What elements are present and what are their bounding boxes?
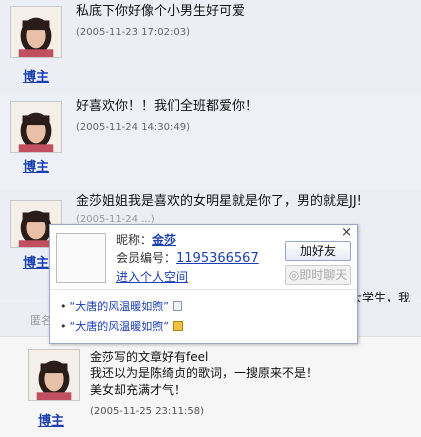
edit-icon [172,321,183,331]
avatar-photo-icon [11,102,61,152]
user-photo[interactable] [56,233,106,283]
avatar[interactable] [10,101,62,153]
comment-text: 私底下你好像个小男生好可爱 [76,4,246,19]
comment-time: (2005-11-25 23:11:58) [90,406,205,417]
divider [50,289,357,290]
article-link[interactable]: • “大唐的风温暖如煦” [60,298,182,314]
comment-author[interactable]: 博主 [23,252,49,271]
article-title: “大唐的风温暖如煦” [69,300,169,313]
comment-author[interactable]: 博主 [23,66,49,85]
avatar[interactable] [28,349,80,401]
member-id-label: 会员编号： [116,251,177,265]
nickname-label: 昵称： [116,233,153,247]
comment-5: 博主 金莎写的文章好有feel 我还以为是陈绮贞的歌词，一搜原来不是！ 美女却充… [0,336,421,437]
article-link[interactable]: • “大唐的风温暖如煦” [60,318,183,334]
avatar-photo-icon [11,7,61,57]
comment-time: (2005-11-24 14:30:49) [76,122,191,133]
comment-text-line: 我还以为是陈绮贞的歌词，一搜原来不是！ [90,366,319,380]
personal-space-link[interactable]: 进入个人空间 [116,268,188,285]
comment-author[interactable]: 博主 [23,156,49,175]
close-icon[interactable]: × [341,225,352,240]
bullet-icon: • [60,320,67,333]
document-icon [172,301,182,311]
avatar-photo-icon [29,350,79,400]
comment-2: 博主 好喜欢你！！我们全班都爱你！ (2005-11-24 14:30:49) [0,95,421,190]
nickname-row: 昵称：金莎 [116,231,176,248]
article-title: “大唐的风温暖如煦” [69,320,169,333]
add-friend-button[interactable]: 加好友 [285,241,351,261]
instant-chat-label: 即时聊天 [299,268,348,282]
member-id-row: 会员编号：1195366567 [116,249,259,266]
comment-text: 好喜欢你！！我们全班都爱你！ [76,99,259,114]
nickname-link[interactable]: 金莎 [152,233,176,247]
instant-chat-button[interactable]: ◎即时聊天 [285,265,351,285]
comment-time: (2005-11-23 17:02:03) [76,27,191,38]
member-id-link[interactable]: 1195366567 [176,251,259,266]
comment-1: 博主 私底下你好像个小男生好可爱 (2005-11-23 17:02:03) [0,0,421,95]
comment-text-line: 美女却充满才气！ [90,383,187,397]
user-card-popup: × 昵称：金莎 会员编号：1195366567 进入个人空间 加好友 ◎即时聊天… [49,224,358,344]
comment-text-line: 金莎写的文章好有feel [90,350,209,364]
chat-icon: ◎ [288,268,300,282]
avatar[interactable] [10,6,62,58]
bullet-icon: • [60,300,67,313]
comment-author[interactable]: 博主 [38,410,64,429]
comment-text: 金莎姐姐我是喜欢的女明星就是你了，男的就是JJ! [76,194,362,209]
